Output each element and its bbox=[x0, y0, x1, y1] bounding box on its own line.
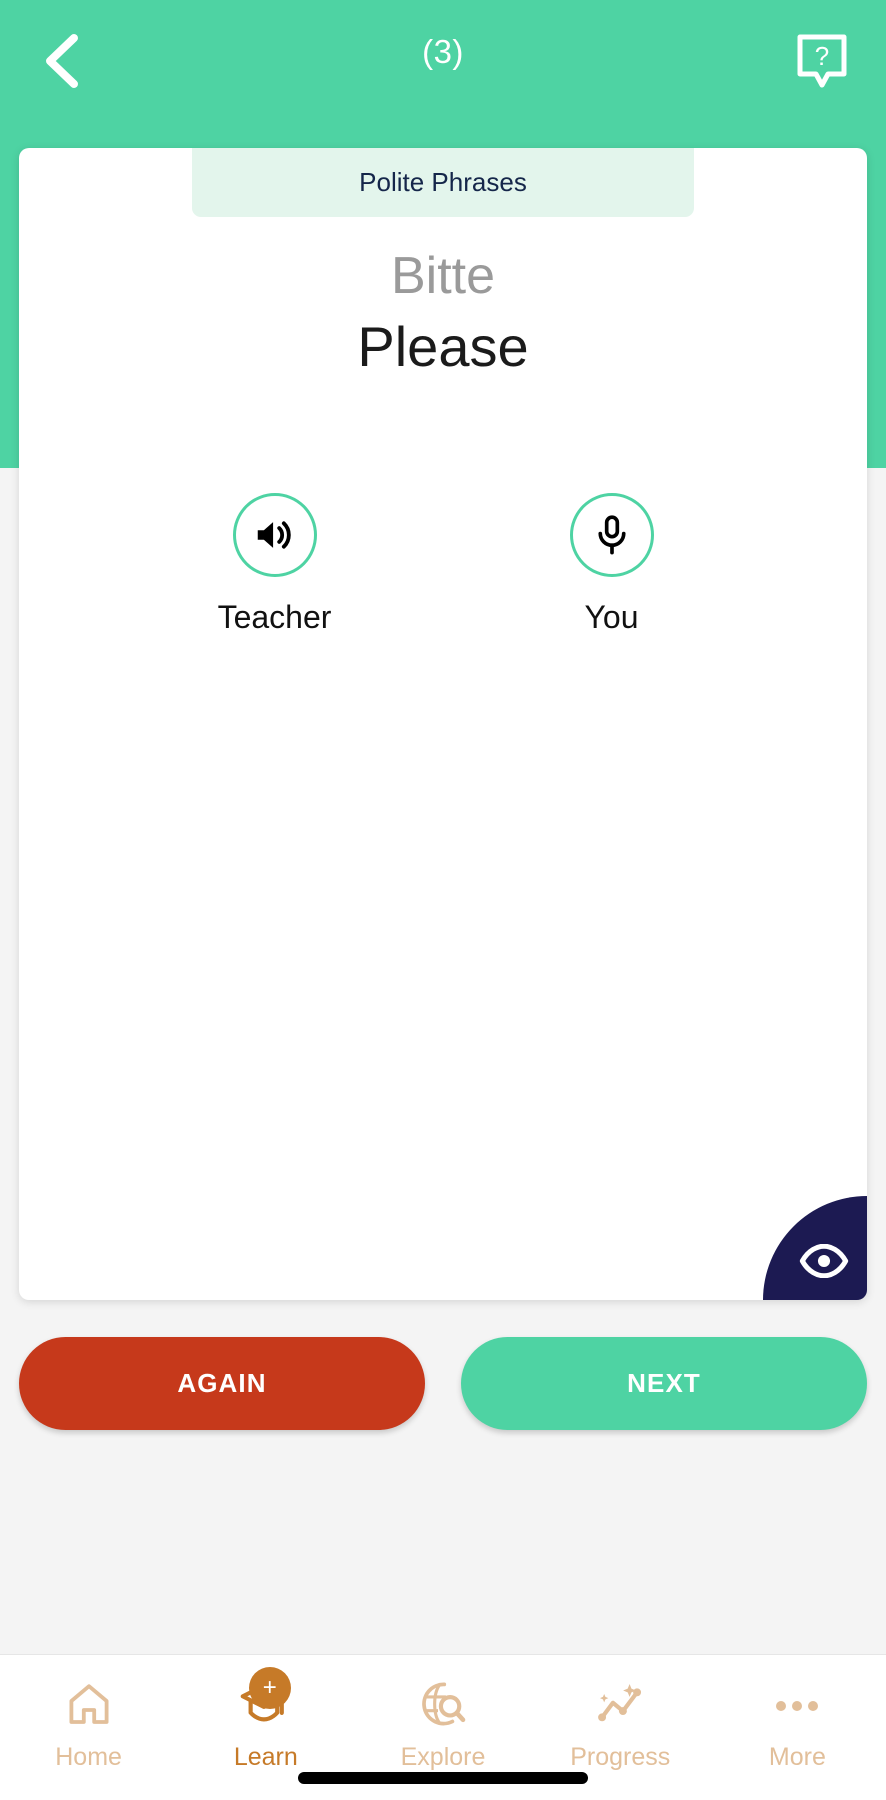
nav-item-learn[interactable]: + Learn bbox=[177, 1667, 354, 1772]
ellipsis-icon bbox=[776, 1701, 819, 1711]
app-root: (3) ? Polite Phrases Bitte Please Teache… bbox=[0, 0, 886, 1800]
home-indicator bbox=[298, 1772, 588, 1784]
eye-icon bbox=[799, 1244, 849, 1278]
nav-label-explore: Explore bbox=[400, 1743, 486, 1771]
progress-icon-wrap bbox=[594, 1677, 646, 1731]
nav-label-home: Home bbox=[55, 1743, 122, 1771]
next-button[interactable]: NEXT bbox=[461, 1337, 867, 1430]
audio-controls-row: Teacher You bbox=[19, 493, 867, 636]
category-tab[interactable]: Polite Phrases bbox=[192, 148, 694, 217]
explore-icon-wrap bbox=[418, 1677, 468, 1731]
microphone-icon bbox=[597, 515, 626, 555]
again-button[interactable]: AGAIN bbox=[19, 1337, 425, 1430]
learn-icon-wrap: + bbox=[239, 1667, 293, 1731]
category-label: Polite Phrases bbox=[359, 167, 527, 197]
home-icon-wrap bbox=[65, 1677, 113, 1731]
nav-label-more: More bbox=[768, 1743, 826, 1771]
native-word: Please bbox=[357, 315, 529, 379]
header-bar: (3) ? bbox=[0, 0, 886, 122]
nav-item-home[interactable]: Home bbox=[0, 1677, 177, 1772]
you-record-button[interactable]: You bbox=[527, 493, 697, 636]
teacher-label: Teacher bbox=[217, 599, 332, 635]
bottom-navigation: Home + Learn Explore Progress More bbox=[0, 1654, 886, 1800]
reveal-answer-button[interactable] bbox=[763, 1196, 867, 1300]
nav-item-more[interactable]: More bbox=[709, 1677, 886, 1772]
speaker-volume-icon bbox=[257, 521, 291, 549]
foreign-word: Bitte bbox=[390, 247, 496, 305]
progress-chart-icon bbox=[598, 1684, 642, 1722]
teacher-audio-button[interactable]: Teacher bbox=[190, 493, 360, 636]
back-button[interactable] bbox=[30, 29, 94, 93]
you-label: You bbox=[584, 599, 639, 635]
globe-search-icon bbox=[422, 1682, 466, 1726]
page-title: (3) bbox=[422, 33, 464, 70]
nav-item-explore[interactable]: Explore bbox=[354, 1677, 531, 1772]
nav-label-progress: Progress bbox=[570, 1743, 671, 1771]
help-button[interactable]: ? bbox=[792, 31, 852, 91]
flashcard: Polite Phrases Bitte Please Teacher You bbox=[19, 148, 867, 1300]
teacher-audio-circle bbox=[232, 493, 317, 577]
chevron-left-icon bbox=[46, 34, 78, 88]
home-icon bbox=[69, 1684, 109, 1724]
nav-label-learn: Learn bbox=[233, 1743, 298, 1771]
learn-add-badge[interactable]: + bbox=[248, 1667, 291, 1709]
action-buttons: AGAIN NEXT bbox=[0, 1337, 886, 1432]
nav-item-progress[interactable]: Progress bbox=[532, 1677, 709, 1772]
svg-text:?: ? bbox=[815, 41, 829, 71]
help-question-bubble-icon: ? bbox=[797, 34, 847, 88]
more-icon-wrap bbox=[772, 1677, 822, 1731]
word-area: Bitte Please bbox=[19, 217, 867, 378]
you-record-circle bbox=[569, 493, 654, 577]
